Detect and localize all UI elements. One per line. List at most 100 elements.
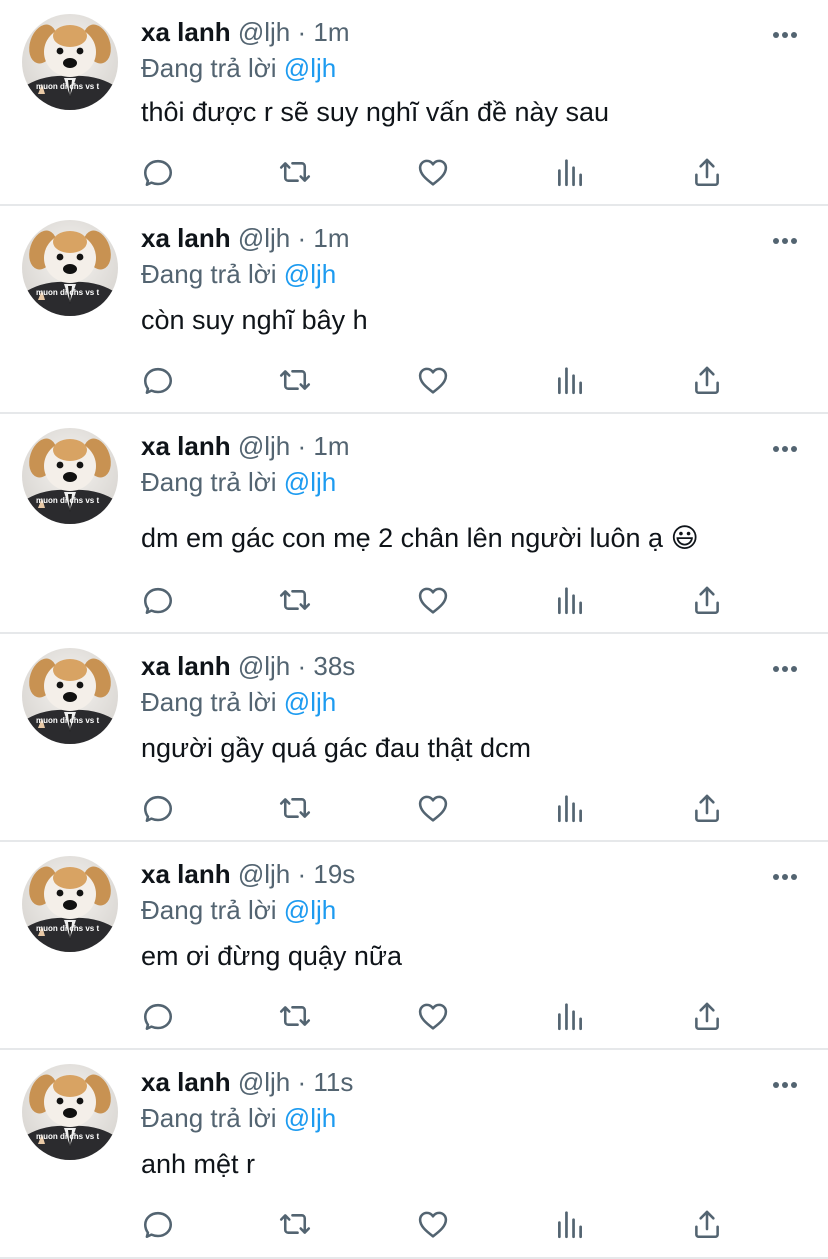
tweet-header: xa lanh @ljh · 1m — [141, 14, 350, 50]
replying-to: Đang trả lời @ljh — [141, 256, 336, 292]
avatar[interactable]: muon di chs vs t — [22, 428, 118, 524]
more-horizontal-icon[interactable] — [772, 441, 798, 452]
timestamp[interactable]: 1m — [313, 17, 349, 47]
mention-link[interactable]: @ljh — [284, 467, 336, 497]
replying-to: Đang trả lời @ljh — [141, 892, 336, 928]
tweet-header: xa lanh @ljh · 11s — [141, 1064, 353, 1100]
tweet[interactable]: muon di chs vs t xa lanh @ljh · 11s Đang t… — [0, 1050, 828, 1259]
user-handle[interactable]: @ljh — [238, 1067, 290, 1097]
timestamp[interactable]: 19s — [313, 859, 355, 889]
timestamp[interactable]: 1m — [313, 431, 349, 461]
tweet-text: anh mệt r — [141, 1149, 256, 1179]
display-name[interactable]: xa lanh — [141, 223, 231, 253]
mention-link[interactable]: @ljh — [284, 53, 336, 83]
retweet-icon[interactable] — [275, 360, 315, 400]
views-chart-icon[interactable] — [550, 996, 590, 1036]
reply-icon[interactable] — [138, 152, 178, 192]
tweet-text: người gầy quá gác đau thật dcm — [141, 733, 532, 763]
tweet-actions — [0, 360, 828, 400]
retweet-icon[interactable] — [275, 996, 315, 1036]
tweet[interactable]: muon di chs vs t xa lanh @ljh · 1m Đang tr… — [0, 414, 828, 634]
display-name[interactable]: xa lanh — [141, 859, 231, 889]
mention-link[interactable]: @ljh — [284, 259, 336, 289]
tweet[interactable]: muon di chs vs t xa lanh @ljh · 38s Đang t… — [0, 634, 828, 842]
retweet-icon[interactable] — [275, 152, 315, 192]
user-handle[interactable]: @ljh — [238, 223, 290, 253]
tweet-actions — [0, 788, 828, 828]
replying-to: Đang trả lời @ljh — [141, 464, 336, 500]
avatar-caption: muon di chs vs t — [36, 716, 100, 725]
views-chart-icon[interactable] — [550, 152, 590, 192]
tweet[interactable]: muon di chs vs t xa lanh @ljh · 1m Đang tr… — [0, 0, 828, 206]
retweet-icon[interactable] — [275, 788, 315, 828]
replying-to-label: Đang trả lời — [141, 467, 277, 497]
heart-icon[interactable] — [413, 580, 453, 620]
tweet-text: thôi được r sẽ suy nghĩ vấn đề này sau — [141, 97, 610, 127]
meta-separator: · — [297, 431, 307, 461]
share-icon[interactable] — [687, 996, 727, 1036]
display-name[interactable]: xa lanh — [141, 651, 231, 681]
avatar[interactable]: muon di chs vs t — [22, 1064, 118, 1160]
views-chart-icon[interactable] — [550, 360, 590, 400]
tweet-text: dm em gác con mẹ 2 chân lên người luôn ạ… — [141, 523, 699, 553]
user-handle[interactable]: @ljh — [238, 431, 290, 461]
heart-icon[interactable] — [413, 1204, 453, 1244]
share-icon[interactable] — [687, 1204, 727, 1244]
reply-icon[interactable] — [138, 580, 178, 620]
mention-link[interactable]: @ljh — [284, 1103, 336, 1133]
display-name[interactable]: xa lanh — [141, 431, 231, 461]
tweet-actions — [0, 996, 828, 1036]
share-icon[interactable] — [687, 788, 727, 828]
tweet[interactable]: muon di chs vs t xa lanh @ljh · 19s Đang t… — [0, 842, 828, 1050]
meta-separator: · — [297, 17, 307, 47]
more-horizontal-icon[interactable] — [772, 233, 798, 244]
avatar[interactable]: muon di chs vs t — [22, 856, 118, 952]
mention-link[interactable]: @ljh — [284, 687, 336, 717]
views-chart-icon[interactable] — [550, 1204, 590, 1244]
display-name[interactable]: xa lanh — [141, 17, 231, 47]
reply-icon[interactable] — [138, 996, 178, 1036]
display-name[interactable]: xa lanh — [141, 1067, 231, 1097]
tweet-header: xa lanh @ljh · 19s — [141, 856, 355, 892]
avatar[interactable]: muon di chs vs t — [22, 220, 118, 316]
tweet-text: còn suy nghĩ bây h — [141, 305, 368, 335]
heart-icon[interactable] — [413, 152, 453, 192]
heart-icon[interactable] — [413, 360, 453, 400]
share-icon[interactable] — [687, 152, 727, 192]
avatar[interactable]: muon di chs vs t — [22, 648, 118, 744]
reply-thread-feed: muon di chs vs t xa lanh @ljh · 1m Đang tr… — [0, 0, 828, 1259]
retweet-icon[interactable] — [275, 1204, 315, 1244]
user-handle[interactable]: @ljh — [238, 859, 290, 889]
avatar[interactable]: muon di chs vs t — [22, 14, 118, 110]
retweet-icon[interactable] — [275, 580, 315, 620]
more-horizontal-icon[interactable] — [772, 1077, 798, 1088]
timestamp[interactable]: 11s — [313, 1067, 353, 1097]
replying-to-label: Đang trả lời — [141, 53, 277, 83]
share-icon[interactable] — [687, 580, 727, 620]
replying-to: Đang trả lời @ljh — [141, 684, 336, 720]
reply-icon[interactable] — [138, 788, 178, 828]
more-horizontal-icon[interactable] — [772, 27, 798, 38]
user-handle[interactable]: @ljh — [238, 17, 290, 47]
more-horizontal-icon[interactable] — [772, 661, 798, 672]
reply-icon[interactable] — [138, 360, 178, 400]
heart-icon[interactable] — [413, 996, 453, 1036]
tweet-header: xa lanh @ljh · 1m — [141, 428, 350, 464]
more-horizontal-icon[interactable] — [772, 869, 798, 880]
heart-icon[interactable] — [413, 788, 453, 828]
replying-to-label: Đang trả lời — [141, 259, 277, 289]
avatar-caption: muon di chs vs t — [36, 496, 100, 505]
views-chart-icon[interactable] — [550, 788, 590, 828]
avatar-caption: muon di chs vs t — [36, 1132, 100, 1141]
tweet-actions — [0, 580, 828, 620]
tweet-header: xa lanh @ljh · 1m — [141, 220, 350, 256]
mention-link[interactable]: @ljh — [284, 895, 336, 925]
timestamp[interactable]: 1m — [313, 223, 349, 253]
tweet[interactable]: muon di chs vs t xa lanh @ljh · 1m Đang tr… — [0, 206, 828, 414]
share-icon[interactable] — [687, 360, 727, 400]
avatar-caption: muon di chs vs t — [36, 288, 100, 297]
user-handle[interactable]: @ljh — [238, 651, 290, 681]
timestamp[interactable]: 38s — [313, 651, 355, 681]
reply-icon[interactable] — [138, 1204, 178, 1244]
views-chart-icon[interactable] — [550, 580, 590, 620]
